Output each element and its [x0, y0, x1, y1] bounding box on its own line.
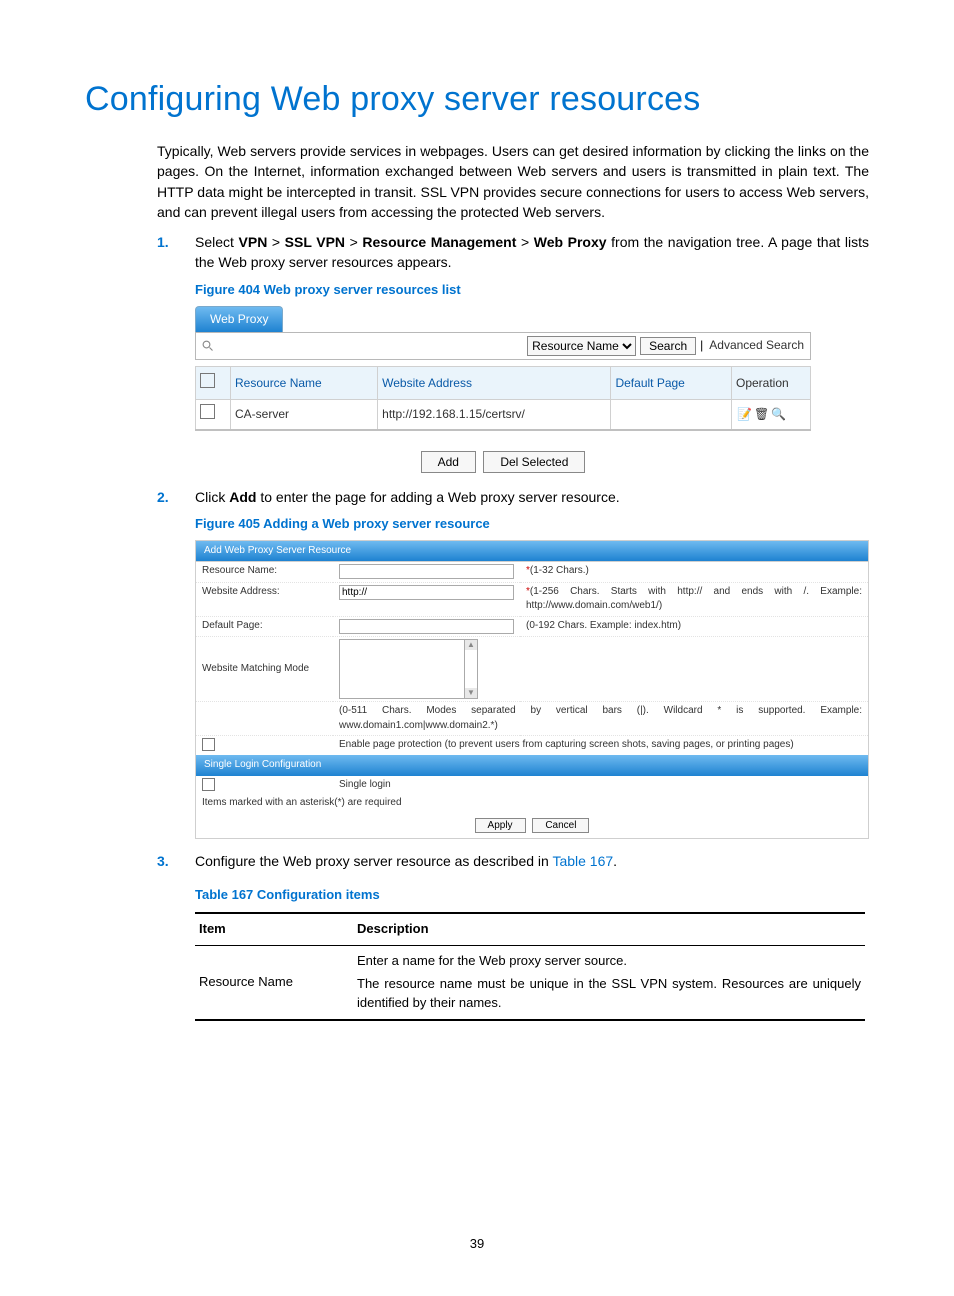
label-website-address: Website Address:	[196, 582, 333, 616]
step3-text: Configure the Web proxy server resource …	[195, 853, 617, 869]
figure-404-caption: Figure 404 Web proxy server resources li…	[195, 281, 869, 300]
table-167: Item Description Resource Name Enter a n…	[195, 912, 865, 1020]
figure-404: Web Proxy Resource Name Search | Advance…	[195, 306, 811, 473]
single-login-label: Single login	[333, 776, 868, 795]
cell-item: Resource Name	[195, 946, 353, 1020]
page-protection-checkbox[interactable]	[202, 738, 215, 751]
page-protection-label: Enable page protection (to prevent users…	[333, 736, 868, 755]
del-selected-button[interactable]: Del Selected	[483, 451, 585, 473]
step-3: 3. Configure the Web proxy server resour…	[157, 851, 869, 1021]
cell-default-page	[611, 400, 732, 430]
required-note: Items marked with an asterisk(*) are req…	[196, 794, 868, 813]
th-item: Item	[195, 913, 353, 945]
page-number: 39	[0, 1236, 954, 1251]
th-description: Description	[353, 913, 865, 945]
website-address-input[interactable]	[339, 585, 514, 600]
single-login-checkbox[interactable]	[202, 778, 215, 791]
cell-operation: 📝🗑🔍	[732, 400, 811, 430]
step-number: 3.	[157, 851, 169, 871]
cell-website-address: http://192.168.1.15/certsrv/	[378, 400, 611, 430]
view-icon[interactable]: 🔍	[771, 407, 786, 421]
step-number: 1.	[157, 232, 169, 252]
search-bar: Resource Name Search | Advanced Search	[195, 332, 811, 360]
label-default-page: Default Page:	[196, 616, 333, 637]
figure-405: Add Web Proxy Server Resource Resource N…	[195, 540, 869, 839]
page-title: Configuring Web proxy server resources	[85, 80, 869, 119]
select-all-checkbox[interactable]	[200, 373, 215, 388]
label-resource-name: Resource Name:	[196, 562, 333, 582]
matching-mode-textarea[interactable]	[339, 639, 465, 699]
apply-button[interactable]: Apply	[475, 818, 526, 833]
intro-paragraph: Typically, Web servers provide services …	[157, 141, 869, 222]
table-row: CA-server http://192.168.1.15/certsrv/ 📝…	[196, 400, 811, 430]
search-button[interactable]: Search	[640, 337, 696, 355]
single-login-section-header: Single Login Configuration	[196, 755, 868, 776]
resource-table: Resource Name Website Address Default Pa…	[195, 366, 811, 431]
matching-mode-note: (0-511 Chars. Modes separated by vertica…	[333, 702, 868, 736]
cell-description: Enter a name for the Web proxy server so…	[353, 946, 865, 1020]
filter-field-select[interactable]: Resource Name	[527, 336, 636, 356]
resource-name-input[interactable]	[339, 564, 514, 579]
table-row: Resource Name Enter a name for the Web p…	[195, 946, 865, 1020]
advanced-search-link[interactable]: Advanced Search	[709, 337, 804, 354]
step-number: 2.	[157, 487, 169, 507]
step-2: 2. Click Add to enter the page for addin…	[157, 487, 869, 839]
delete-icon[interactable]: 🗑	[754, 407, 769, 421]
table-167-caption: Table 167 Configuration items	[195, 886, 869, 905]
row-checkbox[interactable]	[200, 404, 215, 419]
col-default-page[interactable]: Default Page	[611, 367, 732, 400]
step2-text: Click Add to enter the page for adding a…	[195, 489, 620, 505]
col-resource-name[interactable]: Resource Name	[231, 367, 378, 400]
search-input[interactable]	[221, 336, 523, 356]
form-header: Add Web Proxy Server Resource	[196, 541, 868, 563]
edit-icon[interactable]: 📝	[737, 407, 752, 421]
step1-text: Select VPN > SSL VPN > Resource Manageme…	[195, 234, 869, 270]
label-matching-mode: Website Matching Mode	[196, 637, 333, 702]
web-proxy-tab[interactable]: Web Proxy	[195, 306, 283, 332]
figure-405-caption: Figure 405 Adding a Web proxy server res…	[195, 515, 869, 534]
default-page-input[interactable]	[339, 619, 514, 634]
col-operation: Operation	[732, 367, 811, 400]
add-button[interactable]: Add	[421, 451, 476, 473]
table-167-ref[interactable]: Table 167	[552, 853, 613, 869]
search-icon	[199, 337, 217, 355]
cancel-button[interactable]: Cancel	[532, 818, 589, 833]
col-website-address[interactable]: Website Address	[378, 367, 611, 400]
textarea-scrollbar[interactable]: ▲▼	[465, 639, 478, 699]
cell-resource-name: CA-server	[231, 400, 378, 430]
step-1: 1. Select VPN > SSL VPN > Resource Manag…	[157, 232, 869, 473]
